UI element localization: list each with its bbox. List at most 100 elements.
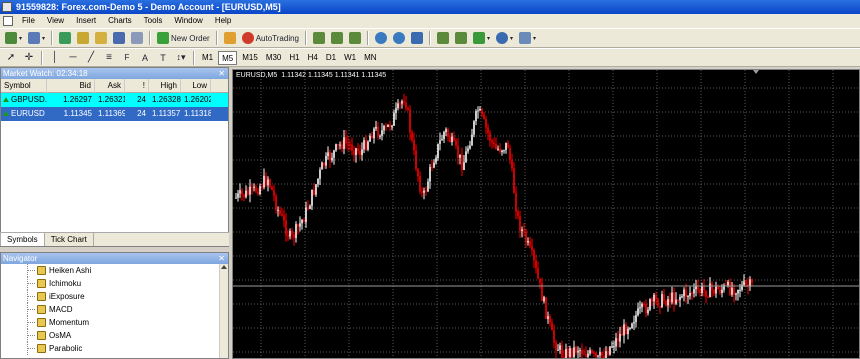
col-bid[interactable]: Bid — [47, 79, 95, 93]
chart-shift-marker[interactable] — [753, 70, 759, 74]
autotrading-button[interactable]: AutoTrading — [240, 30, 301, 46]
new-order-button[interactable]: New Order — [155, 30, 212, 46]
candle-body — [617, 338, 619, 342]
candle-body — [659, 306, 661, 308]
menu-help[interactable]: Help — [209, 14, 237, 28]
candle-body — [359, 151, 361, 155]
profiles-button[interactable]: ▾ — [26, 30, 47, 46]
crosshair-button[interactable]: ✛ — [21, 50, 37, 66]
market-watch-title: Market Watch: 02:34:18 — [3, 69, 88, 78]
candlesticks-button[interactable] — [329, 30, 345, 46]
timeframe-h4[interactable]: H4 — [305, 51, 321, 65]
indicator-icon — [37, 344, 46, 353]
candle-body — [281, 213, 283, 216]
profiles-icon — [28, 32, 41, 44]
candle-body — [651, 299, 653, 302]
timeframe-m1[interactable]: M1 — [199, 51, 216, 65]
candle-body — [375, 126, 377, 129]
market-watch-row-gbpusd[interactable]: GBPUSD... 1.26297 1.26321 24 1.26328 1.2… — [1, 93, 228, 107]
col-ask[interactable]: Ask — [95, 79, 125, 93]
periods-button[interactable]: ▾ — [494, 30, 515, 46]
tile-windows-button[interactable] — [409, 30, 425, 46]
candle-body — [471, 134, 473, 146]
indicators-button[interactable]: ▾ — [471, 30, 492, 46]
terminal-button[interactable] — [111, 30, 127, 46]
menu-view[interactable]: View — [41, 14, 70, 28]
market-watch-button[interactable] — [57, 30, 73, 46]
timeframe-m5[interactable]: M5 — [218, 50, 238, 65]
document-icon[interactable] — [3, 16, 13, 26]
bar-chart-button[interactable] — [311, 30, 327, 46]
timeframe-d1[interactable]: D1 — [323, 51, 339, 65]
market-watch-row-eurusd[interactable]: EURUSD 1.11345 1.11369 24 1.11357 1.1131… — [1, 107, 228, 121]
separator — [429, 31, 432, 45]
candle-body — [283, 215, 285, 221]
data-window-button[interactable] — [75, 30, 91, 46]
navigator-button[interactable] — [93, 30, 109, 46]
menu-file[interactable]: File — [16, 14, 41, 28]
candle-body — [257, 191, 259, 195]
candle-body — [271, 186, 273, 191]
navigator-item[interactable]: Momentum — [1, 316, 228, 329]
line-chart-button[interactable] — [347, 30, 363, 46]
channel-button[interactable]: ≡ — [101, 50, 117, 66]
navigator-item[interactable]: Parabolic — [1, 342, 228, 355]
menu-charts[interactable]: Charts — [102, 14, 138, 28]
candle-body — [287, 235, 289, 237]
navigator-item[interactable]: Heiken Ashi — [1, 264, 228, 277]
cursor-button[interactable]: ➚ — [3, 50, 19, 66]
navigator-item[interactable]: MACD — [1, 303, 228, 316]
metaeditor-button[interactable] — [222, 30, 238, 46]
candle-body — [733, 287, 735, 295]
menu-tools[interactable]: Tools — [138, 14, 169, 28]
chart-window[interactable]: EURUSD,M5 1.11342 1.11345 1.11341 1.11345 — [232, 69, 860, 359]
candle-body — [449, 136, 451, 142]
menu-bar: File View Insert Charts Tools Window Hel… — [0, 14, 860, 28]
timeframe-m30[interactable]: M30 — [263, 51, 285, 65]
close-icon[interactable]: ✕ — [218, 253, 225, 264]
candle-body — [641, 303, 643, 308]
timeframe-w1[interactable]: W1 — [341, 51, 359, 65]
strategy-tester-button[interactable] — [129, 30, 145, 46]
col-high[interactable]: High — [149, 79, 181, 93]
text-button[interactable]: A — [137, 50, 153, 66]
tab-symbols[interactable]: Symbols — [0, 233, 45, 246]
trendline-button[interactable]: ╱ — [83, 50, 99, 66]
low-cell: 1.11318 — [184, 109, 211, 118]
fibonacci-button[interactable]: F — [119, 50, 135, 66]
menu-insert[interactable]: Insert — [70, 14, 102, 28]
candle-body — [595, 352, 597, 357]
candle-body — [417, 169, 419, 177]
high-cell: 1.11357 — [152, 109, 181, 118]
zoom-out-button[interactable] — [391, 30, 407, 46]
navigator-item[interactable]: iExposure — [1, 290, 228, 303]
navigator-item[interactable]: OsMA — [1, 329, 228, 342]
candle-body — [285, 220, 287, 236]
new-chart-button[interactable]: ▾ — [3, 30, 24, 46]
auto-scroll-button[interactable] — [453, 30, 469, 46]
arrows-button[interactable]: ↕▾ — [173, 50, 189, 66]
timeframe-mn[interactable]: MN — [361, 51, 379, 65]
tab-tick-chart[interactable]: Tick Chart — [45, 233, 94, 246]
col-low[interactable]: Low — [181, 79, 211, 93]
chart-shift-button[interactable] — [435, 30, 451, 46]
timeframe-m15[interactable]: M15 — [239, 51, 261, 65]
templates-button[interactable]: ▾ — [517, 30, 538, 46]
menu-window[interactable]: Window — [168, 14, 208, 28]
col-spread[interactable]: ! — [125, 79, 149, 93]
metaeditor-icon — [223, 32, 236, 44]
timeframe-h1[interactable]: H1 — [286, 51, 302, 65]
navigator-item[interactable]: Ichimoku — [1, 277, 228, 290]
col-symbol[interactable]: Symbol — [1, 79, 47, 93]
candle-body — [393, 112, 395, 126]
candle-body — [615, 338, 617, 347]
scroll-up-icon[interactable] — [221, 265, 227, 269]
text-label-button[interactable]: T — [155, 50, 171, 66]
price-chart[interactable] — [233, 70, 860, 359]
horizontal-line-button[interactable]: ─ — [65, 50, 81, 66]
candle-body — [485, 118, 487, 128]
close-icon[interactable]: ✕ — [218, 68, 225, 79]
vertical-line-button[interactable]: │ — [47, 50, 63, 66]
zoom-in-button[interactable] — [373, 30, 389, 46]
navigator-scrollbar[interactable] — [219, 264, 228, 358]
